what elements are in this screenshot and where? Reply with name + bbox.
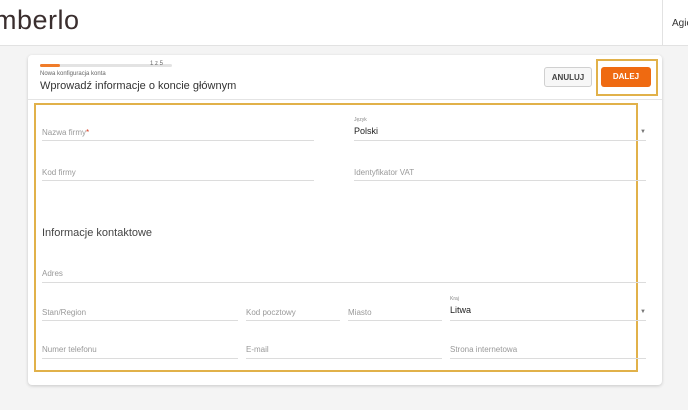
company-code-underline	[42, 180, 314, 181]
wizard-progress-fill	[40, 64, 60, 67]
vat-id-placeholder: Identyfikator VAT	[354, 168, 415, 177]
address-field[interactable]: Adres	[42, 261, 646, 283]
address-placeholder: Adres	[42, 269, 63, 278]
vat-id-field[interactable]: Identyfikator VAT	[354, 159, 646, 181]
next-button[interactable]: DALEJ	[601, 67, 651, 87]
city-underline	[348, 320, 442, 321]
phone-underline	[42, 358, 238, 359]
wizard-header: 1 z 5 Nowa konfiguracja konta Wprowadź i…	[28, 55, 662, 100]
user-menu[interactable]: Agie	[672, 18, 688, 29]
country-select[interactable]: Kraj Litwa ▼	[450, 296, 646, 321]
state-region-underline	[42, 320, 238, 321]
company-name-placeholder: Nazwa firmy*	[42, 128, 89, 137]
step-counter: 1 z 5	[150, 61, 164, 67]
city-field[interactable]: Miasto	[348, 299, 442, 321]
company-code-field[interactable]: Kod firmy	[42, 159, 314, 181]
postal-code-underline	[246, 320, 340, 321]
company-name-underline	[42, 140, 314, 141]
city-placeholder: Miasto	[348, 308, 372, 317]
language-value: Polski	[354, 126, 379, 136]
page-title: Wprowadź informacje o koncie głównym	[40, 80, 237, 92]
company-code-placeholder: Kod firmy	[42, 168, 76, 177]
language-label: Język	[354, 117, 367, 123]
phone-placeholder: Numer telefonu	[42, 345, 97, 354]
wizard-subtitle: Nowa konfiguracja konta	[40, 71, 106, 77]
app-logo[interactable]: mberlo	[0, 5, 80, 36]
language-underline	[354, 140, 646, 141]
chevron-down-icon[interactable]: ▼	[640, 129, 646, 135]
language-select[interactable]: Język Polski ▼	[354, 117, 646, 141]
website-underline	[450, 358, 646, 359]
chevron-down-icon[interactable]: ▼	[640, 309, 646, 315]
country-underline	[450, 320, 646, 321]
country-value: Litwa	[450, 305, 472, 315]
email-placeholder: E-mail	[246, 345, 269, 354]
company-name-field[interactable]: Nazwa firmy*	[42, 119, 314, 141]
state-region-field[interactable]: Stan/Region	[42, 299, 238, 321]
top-bar: mberlo Agie	[0, 0, 688, 46]
company-name-label: Nazwa firmy	[42, 128, 87, 137]
email-underline	[246, 358, 442, 359]
vat-id-underline	[354, 180, 646, 181]
contact-section-title: Informacje kontaktowe	[42, 227, 153, 239]
topbar-divider	[662, 0, 663, 45]
required-marker: *	[86, 128, 90, 137]
state-region-placeholder: Stan/Region	[42, 308, 87, 317]
account-setup-card: 1 z 5 Nowa konfiguracja konta Wprowadź i…	[28, 55, 662, 385]
cancel-button[interactable]: ANULUJ	[544, 67, 592, 87]
country-label: Kraj	[450, 296, 459, 302]
phone-field[interactable]: Numer telefonu	[42, 337, 238, 359]
postal-code-placeholder: Kod pocztowy	[246, 308, 296, 317]
website-placeholder: Strona internetowa	[450, 345, 518, 354]
postal-code-field[interactable]: Kod pocztowy	[246, 299, 340, 321]
email-field[interactable]: E-mail	[246, 337, 442, 359]
website-field[interactable]: Strona internetowa	[450, 337, 646, 359]
address-underline	[42, 282, 646, 283]
